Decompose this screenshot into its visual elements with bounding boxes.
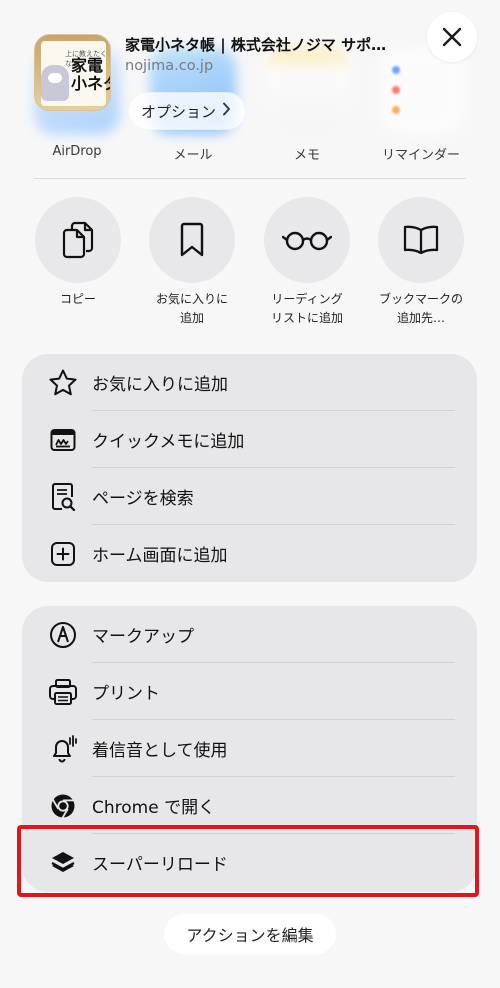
thumbnail-big-text: 家電 小ネタ (71, 56, 110, 93)
reading-list-button[interactable] (264, 197, 350, 283)
item-label: クイックメモに追加 (92, 432, 245, 452)
item-label: ホーム画面に追加 (92, 546, 228, 566)
item-label: 着信音として使用 (92, 741, 228, 761)
close-icon (442, 27, 462, 47)
edit-actions-button[interactable]: アクションを編集 (164, 914, 336, 954)
options-label: オプション (141, 102, 217, 121)
copy-icon (62, 221, 94, 259)
bookmark-icon (180, 222, 204, 257)
item-label: お気に入りに追加 (92, 375, 228, 395)
book-icon (403, 225, 439, 255)
printer-icon (48, 677, 78, 707)
bookmark-add-button[interactable] (378, 197, 464, 283)
chrome-icon (48, 791, 78, 821)
page-title: 家電小ネタ帳 | 株式会社ノジマ サポ… (125, 36, 387, 54)
reminder-dot (392, 106, 400, 114)
add-favorite-label: お気に入りに 追加 (155, 292, 228, 325)
app-label-mail[interactable]: メール (138, 144, 248, 163)
item-label: プリント (92, 684, 160, 704)
bell-icon (48, 734, 78, 764)
copy-button[interactable] (35, 197, 121, 283)
item-label: ページを検索 (92, 489, 194, 509)
item-label: マークアップ (92, 627, 194, 647)
copy-label: コピー (59, 292, 96, 306)
find-page-icon (48, 482, 78, 512)
bookmark-add-label: ブックマークの 追加先… (378, 292, 463, 325)
share-sheet: 上に教えたくなる 家電 小ネタ 家電小ネタ帳 | 株式会社ノジマ サポ… noj… (0, 0, 500, 988)
reminder-dot (392, 86, 400, 94)
chevron-right-icon (222, 102, 231, 120)
divider (34, 178, 466, 179)
star-icon (48, 368, 78, 398)
quick-note-icon (48, 425, 78, 455)
use-as-ringtone-item[interactable]: 着信音として使用 (22, 720, 477, 777)
glasses-icon (282, 231, 332, 251)
quick-note-item[interactable]: クイックメモに追加 (22, 411, 477, 468)
notes-icon[interactable] (265, 48, 351, 134)
markup-icon (48, 620, 78, 650)
add-to-home-item[interactable]: ホーム画面に追加 (22, 525, 477, 582)
action-group-1: お気に入りに追加 クイックメモに追加 ページを検索 ホーム画面に追加 (22, 354, 477, 582)
reminder-dot (392, 66, 400, 74)
print-item[interactable]: プリント (22, 663, 477, 720)
options-button[interactable]: オプション (128, 92, 247, 130)
app-label-airdrop[interactable]: AirDrop (22, 144, 132, 159)
add-square-icon (48, 539, 78, 569)
add-to-favorites-item[interactable]: お気に入りに追加 (22, 354, 477, 411)
page-thumbnail: 上に教えたくなる 家電 小ネタ (34, 34, 111, 111)
mascot-image (41, 65, 69, 101)
markup-item[interactable]: マークアップ (22, 606, 477, 663)
item-label: Chrome で開く (92, 798, 216, 818)
app-label-notes[interactable]: メモ (252, 144, 362, 163)
reading-list-label: リーディング リストに追加 (270, 292, 343, 325)
page-url: nojima.co.jp (125, 58, 214, 74)
add-favorite-button[interactable] (149, 197, 235, 283)
close-button[interactable] (427, 12, 477, 62)
highlight-box (17, 825, 479, 897)
app-label-reminders[interactable]: リマインダー (366, 144, 476, 163)
find-on-page-item[interactable]: ページを検索 (22, 468, 477, 525)
